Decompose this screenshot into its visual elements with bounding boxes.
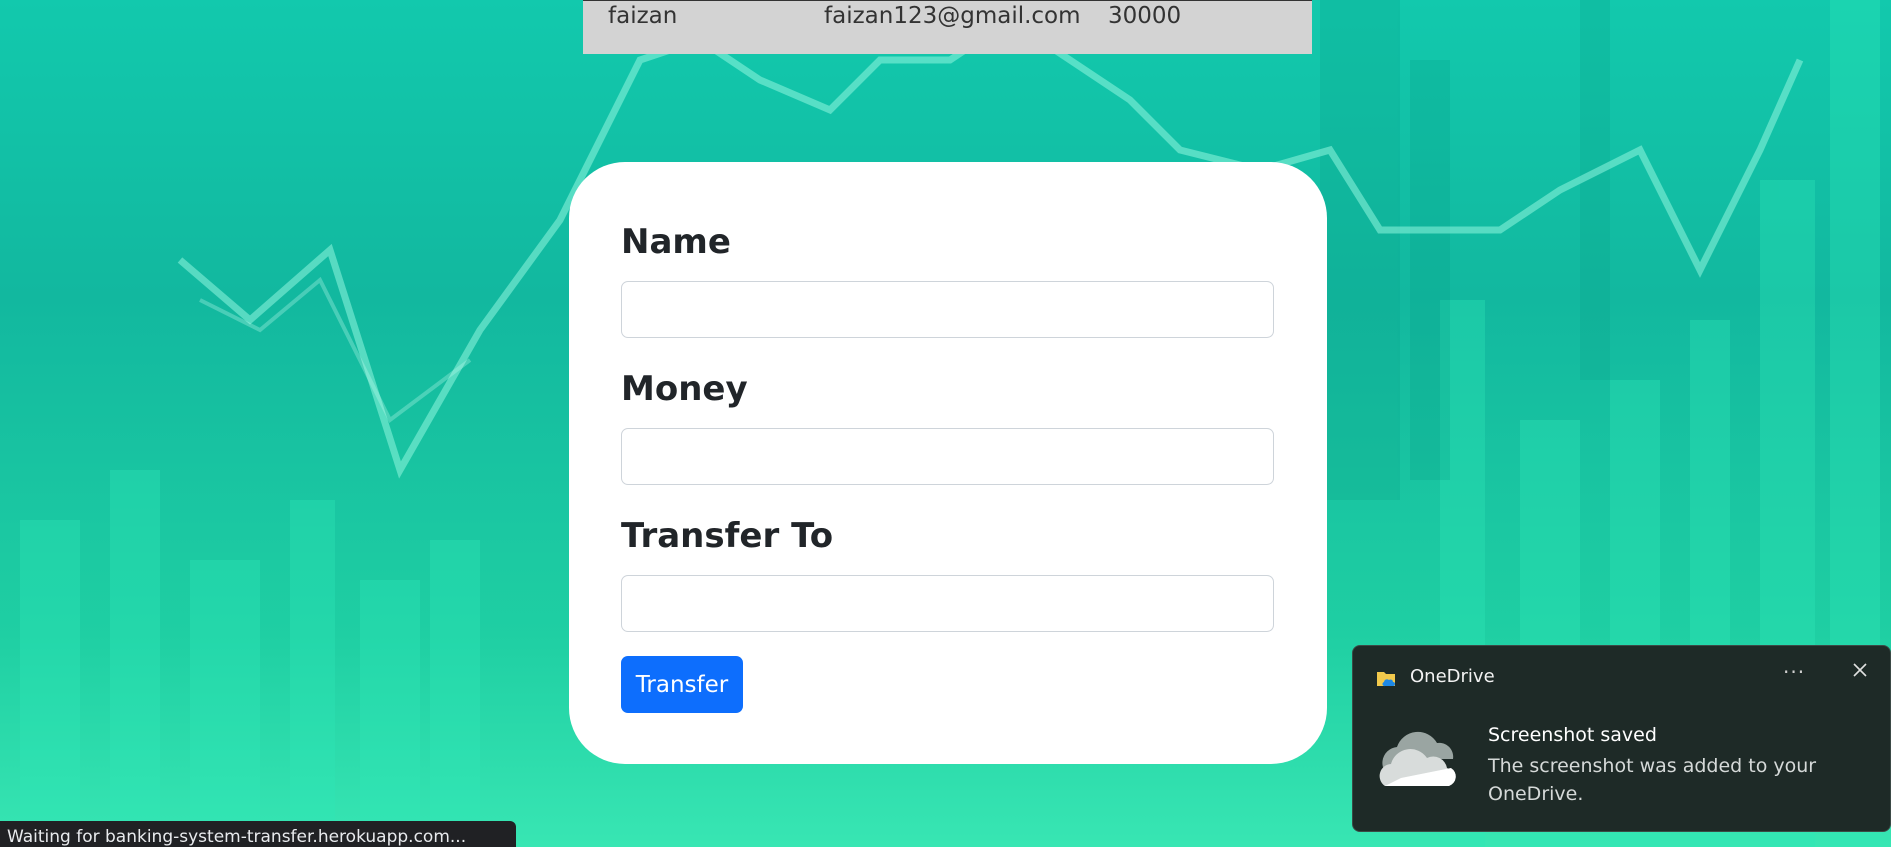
transfer-to-input[interactable] bbox=[621, 575, 1274, 632]
money-label: Money bbox=[621, 369, 748, 409]
transfer-form-card: Name Money Transfer To Transfer bbox=[569, 162, 1327, 764]
onedrive-folder-icon bbox=[1375, 668, 1397, 694]
name-label: Name bbox=[621, 222, 731, 262]
notification-app-name: OneDrive bbox=[1410, 666, 1495, 687]
ellipsis-icon[interactable]: ··· bbox=[1783, 660, 1805, 684]
transfer-button[interactable]: Transfer bbox=[621, 656, 743, 713]
browser-status-bar: Waiting for banking-system-transfer.hero… bbox=[0, 821, 516, 847]
notification-body: The screenshot was added to your OneDriv… bbox=[1488, 755, 1817, 805]
name-input[interactable] bbox=[621, 281, 1274, 338]
user-name-cell: faizan bbox=[608, 3, 678, 29]
user-table-row: faizan faizan123@gmail.com 30000 bbox=[583, 0, 1312, 54]
user-email-cell: faizan123@gmail.com bbox=[824, 3, 1081, 29]
onedrive-notification[interactable]: OneDrive ··· Screenshot saved The screen… bbox=[1352, 645, 1891, 832]
close-icon[interactable] bbox=[1851, 661, 1869, 683]
notification-title: Screenshot saved bbox=[1488, 724, 1657, 746]
onedrive-cloud-icon bbox=[1375, 728, 1467, 792]
money-input[interactable] bbox=[621, 428, 1274, 485]
transfer-to-label: Transfer To bbox=[621, 516, 834, 556]
user-balance-cell: 30000 bbox=[1108, 3, 1182, 29]
